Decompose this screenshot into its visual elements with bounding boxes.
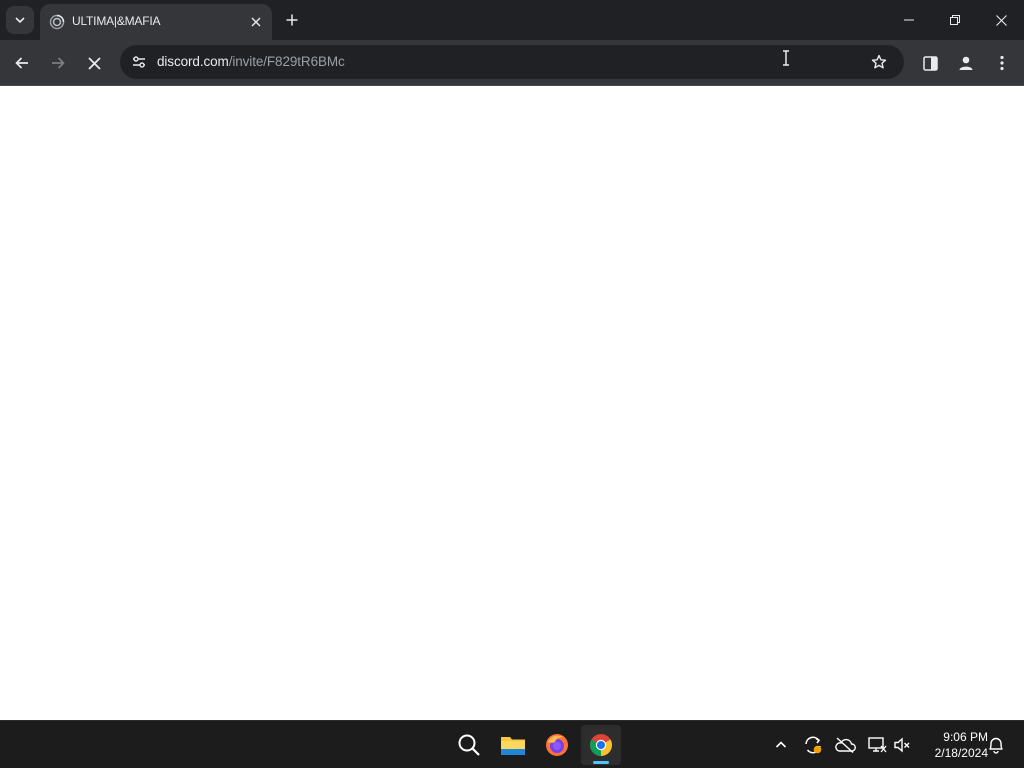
tray-onedrive-button[interactable] [833,733,857,757]
site-info-button[interactable] [126,49,152,75]
tab-active[interactable]: ULTIMA|&MAFIA [40,4,272,40]
bookmark-button[interactable] [866,49,892,75]
close-icon [251,17,261,27]
side-panel-icon [922,55,938,71]
loading-favicon-icon [49,14,65,30]
tray-volume-button[interactable] [890,733,914,757]
chrome-icon [590,734,612,756]
chevron-up-icon [775,741,787,748]
plus-icon [286,14,298,26]
taskbar-file-explorer[interactable] [493,725,533,765]
volume-muted-icon [894,737,910,753]
browser-toolbar: discord.com/invite/F829tR6BMc [0,40,1024,86]
tune-icon [133,56,145,68]
network-icon [868,737,887,753]
search-icon [458,734,480,756]
forward-button[interactable] [44,49,72,77]
url-text[interactable]: discord.com/invite/F829tR6BMc [157,54,345,69]
browser-menu-button[interactable] [988,49,1016,77]
stop-loading-button[interactable] [80,49,108,77]
clock-time: 9:06 PM [943,730,988,744]
profile-icon [959,56,973,70]
clock-date: 2/18/2024 [934,746,988,760]
stop-loading-icon [87,56,101,70]
arrow-right-icon [52,57,65,69]
active-app-indicator [593,761,609,764]
chevron-down-icon [15,17,25,24]
restore-icon [950,15,960,25]
close-window-button[interactable] [978,0,1024,40]
text-cursor-icon [783,50,789,66]
minimize-icon [904,19,914,21]
close-icon [995,14,1007,26]
taskbar-chrome[interactable] [581,725,621,765]
url-path: /invite/F829tR6BMc [228,54,345,69]
taskbar-search-button[interactable] [449,725,489,765]
star-icon [871,54,887,69]
firefox-icon [546,734,568,756]
new-tab-button[interactable] [280,8,304,32]
restore-button[interactable] [932,0,978,40]
profile-button[interactable] [952,49,980,77]
tab-search-button[interactable] [6,6,34,34]
folder-icon [501,737,525,755]
show-hidden-icons-button[interactable] [769,733,793,757]
tray-sync-button[interactable] [801,733,825,757]
kebab-menu-icon [1000,55,1004,71]
taskbar-clock[interactable]: 9:06 PM 2/18/2024 [918,729,988,761]
tab-close-button[interactable] [246,12,266,32]
side-panel-button[interactable] [916,49,944,77]
onedrive-offline-icon [835,737,856,753]
back-button[interactable] [8,49,36,77]
taskbar-firefox[interactable] [537,725,577,765]
browser-titlebar: ULTIMA|&MAFIA [0,0,1024,40]
arrow-left-icon [15,57,28,69]
minimize-button[interactable] [886,0,932,40]
notifications-button[interactable] [984,733,1008,757]
windows-taskbar: 9:06 PM 2/18/2024 [0,720,1024,768]
page-content [0,87,1024,720]
bell-icon [989,737,1003,754]
tray-network-button[interactable] [865,733,889,757]
url-host: discord.com [157,54,229,69]
tab-title: ULTIMA|&MAFIA [72,14,161,28]
sync-icon [805,736,822,754]
